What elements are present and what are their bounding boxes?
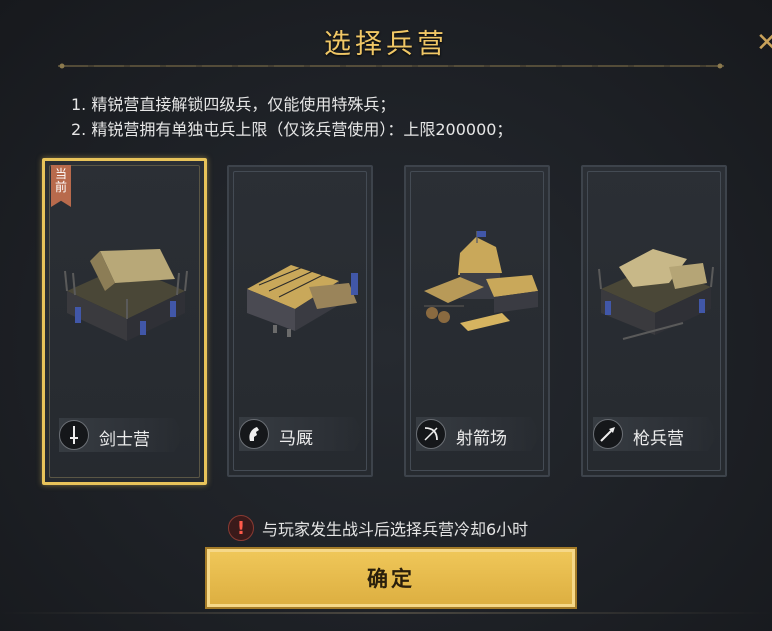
cooldown-warning: ! 与玩家发生战斗后选择兵营冷却6小时 xyxy=(228,514,528,542)
sword-icon xyxy=(59,420,89,450)
stable-image xyxy=(247,265,358,337)
barracks-card-stable[interactable]: 马厩 xyxy=(227,165,373,477)
bow-icon xyxy=(416,419,446,449)
barracks-label: 剑士营 xyxy=(99,430,150,450)
barracks-label-bar: 射箭场 xyxy=(416,417,541,451)
title-bar: 选择兵营 xyxy=(0,22,772,61)
exclamation-icon: ! xyxy=(228,515,254,541)
barracks-label-bar: 枪兵营 xyxy=(593,417,718,451)
archery-range-image xyxy=(424,231,538,331)
bottom-divider xyxy=(0,612,772,614)
close-icon[interactable]: ✕ xyxy=(756,30,772,56)
rules-text: 1. 精锐营直接解锁四级兵，仅能使用特殊兵； 2. 精锐营拥有单独屯兵上限（仅该… xyxy=(71,92,512,142)
barracks-label: 枪兵营 xyxy=(633,429,684,449)
confirm-button-label: 确定 xyxy=(367,567,415,591)
spearman-barracks-image xyxy=(598,249,714,340)
swordsman-barracks-image xyxy=(64,249,188,341)
confirm-button[interactable]: 确定 xyxy=(205,547,577,609)
rule-2: 2. 精锐营拥有单独屯兵上限（仅该兵营使用）：上限200000； xyxy=(71,120,513,139)
spear-icon xyxy=(593,419,623,449)
horse-head-icon xyxy=(239,419,269,449)
rule-1: 1. 精锐营直接解锁四级兵，仅能使用特殊兵； xyxy=(71,95,396,114)
barracks-card-archery[interactable]: 射箭场 xyxy=(404,165,550,477)
barracks-label: 射箭场 xyxy=(456,429,507,449)
barracks-label-bar: 马厩 xyxy=(239,417,364,451)
barracks-label-bar: 剑士营 xyxy=(59,418,184,452)
title-divider xyxy=(58,63,724,69)
warning-text: 与玩家发生战斗后选择兵营冷却6小时 xyxy=(262,520,529,539)
barracks-card-spearman[interactable]: 枪兵营 xyxy=(581,165,727,477)
barracks-label: 马厩 xyxy=(279,429,313,449)
barracks-card-swordsman[interactable]: 当 前 剑士营 xyxy=(42,158,207,485)
dialog-title: 选择兵营 xyxy=(324,29,448,60)
current-badge: 当 前 xyxy=(51,165,71,207)
